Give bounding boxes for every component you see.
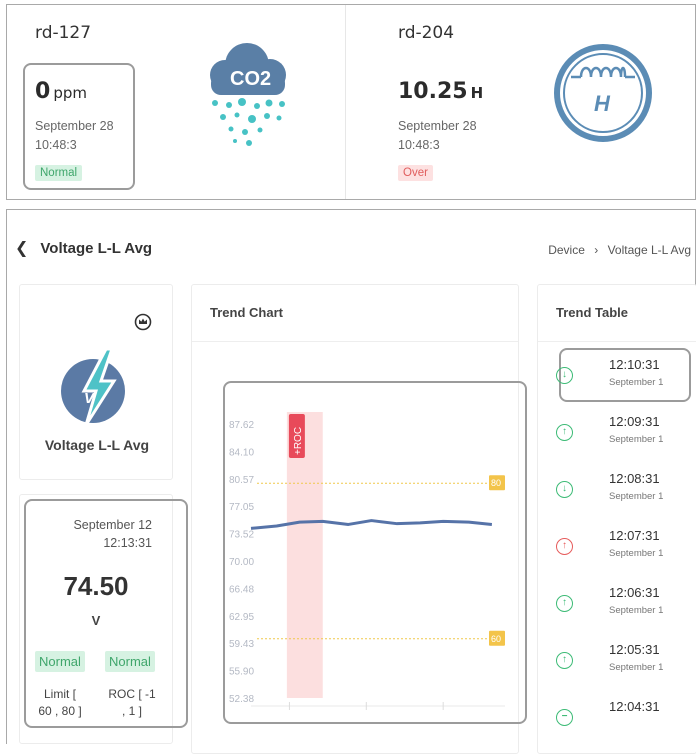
latest-unit: V bbox=[91, 613, 101, 628]
row-time: 12:08:31 bbox=[609, 471, 660, 486]
row-time: 12:06:31 bbox=[609, 585, 660, 600]
trend-chart-title: Trend Chart bbox=[210, 305, 283, 320]
roc-status-badge: Normal bbox=[105, 651, 155, 672]
row-time: 12:07:31 bbox=[609, 528, 660, 543]
page-title: ❮ Voltage L-L Avg bbox=[15, 238, 152, 258]
row-time: 12:09:31 bbox=[609, 414, 660, 429]
trend-table-row[interactable]: − 12:04:31 bbox=[537, 693, 691, 745]
value-text: 10.25 bbox=[398, 79, 468, 104]
reading-datetime: September 28 10:48:3 bbox=[398, 117, 477, 155]
y-tick-label: 59.43 bbox=[229, 639, 254, 650]
value-text: 0 bbox=[35, 79, 51, 104]
y-tick-label: 66.48 bbox=[229, 584, 254, 595]
y-tick-label: 52.38 bbox=[229, 694, 254, 705]
breadcrumb-current: Voltage L-L Avg bbox=[607, 243, 691, 257]
row-date: September 1 bbox=[609, 548, 664, 559]
status-badge: Normal bbox=[35, 165, 83, 181]
arrow-up-circle-icon: ↑ bbox=[556, 595, 573, 612]
limit-status-badge: Normal bbox=[35, 651, 85, 672]
trend-chart[interactable]: +ROC 87.62 84.10 80.57 77.05 73.52 70.00 66.48 6… bbox=[223, 396, 505, 716]
trend-table-row[interactable]: ↓ 12:10:31 September 1 bbox=[537, 351, 691, 403]
unit-text: ppm bbox=[53, 84, 87, 102]
reading-datetime: September 28 10:48:3 bbox=[35, 117, 114, 155]
reading-value: 0 ppm bbox=[35, 79, 87, 104]
back-chevron-icon[interactable]: ❮ bbox=[15, 238, 28, 258]
arrow-up-circle-icon: ↑ bbox=[556, 652, 573, 669]
trend-table-title: Trend Table bbox=[556, 305, 628, 320]
title-text: Voltage L-L Avg bbox=[40, 240, 153, 257]
time-text: 10:48:3 bbox=[35, 138, 77, 152]
breadcrumb-separator: › bbox=[594, 243, 599, 257]
card-header-divider bbox=[192, 341, 518, 342]
latest-date: September 12 bbox=[73, 518, 152, 532]
y-tick-label: 80.57 bbox=[229, 475, 254, 486]
detail-panel: ❮ Voltage L-L Avg Device › Voltage L-L Av… bbox=[6, 209, 696, 754]
breadcrumb-root[interactable]: Device bbox=[548, 243, 585, 257]
trend-table-row[interactable]: ↑ 12:06:31 September 1 bbox=[537, 579, 691, 631]
arrow-up-circle-icon: ↑ bbox=[556, 538, 573, 555]
limit-text: Limit [ 60 , 80 ] bbox=[30, 686, 90, 720]
time-text: 10:48:3 bbox=[398, 138, 440, 152]
device-card: V Voltage L-L Avg bbox=[19, 284, 173, 480]
threshold-label: 80 bbox=[491, 478, 501, 488]
roc-line-2: , 1 ] bbox=[121, 704, 142, 718]
y-tick-label: 62.95 bbox=[229, 612, 254, 623]
reading-value: 10.25 H bbox=[398, 79, 483, 104]
row-date: September 1 bbox=[609, 662, 664, 673]
roc-line-1: ROC [ -1 bbox=[108, 687, 156, 701]
row-time: 12:04:31 bbox=[609, 699, 660, 714]
trend-table-row[interactable]: ↓ 12:08:31 September 1 bbox=[537, 465, 691, 517]
sensor-card-rd127[interactable]: rd-127 0 ppm September 28 10:48:3 Normal … bbox=[7, 5, 345, 199]
trend-table-row[interactable]: ↑ 12:05:31 September 1 bbox=[537, 636, 691, 688]
arrow-up-circle-icon: ↑ bbox=[556, 424, 573, 441]
trend-table-row[interactable]: ↑ 12:09:31 September 1 bbox=[537, 408, 691, 460]
roc-text: ROC [ -1 , 1 ] bbox=[102, 686, 162, 720]
date-text: September 28 bbox=[35, 119, 114, 133]
latest-time: 12:13:31 bbox=[103, 536, 152, 550]
y-tick-label: 87.62 bbox=[229, 420, 254, 431]
y-tick-label: 73.52 bbox=[229, 530, 254, 541]
sensor-cards-panel: rd-127 0 ppm September 28 10:48:3 Normal … bbox=[6, 4, 696, 200]
co2-cloud-icon: CO2 bbox=[210, 43, 286, 146]
y-tick-label: 77.05 bbox=[229, 502, 254, 513]
y-tick-label: 70.00 bbox=[229, 557, 254, 568]
arrow-down-circle-icon: ↓ bbox=[556, 481, 573, 498]
row-date: September 1 bbox=[609, 434, 664, 445]
trend-table-row[interactable]: ↑ 12:07:31 September 1 bbox=[537, 522, 691, 574]
card-name: rd-204 bbox=[398, 23, 455, 43]
svg-text:H: H bbox=[594, 91, 611, 116]
y-tick-label: 84.10 bbox=[229, 447, 254, 458]
svg-text:CO2: CO2 bbox=[230, 68, 271, 90]
limit-line-1: Limit [ bbox=[43, 687, 76, 701]
crown-icon[interactable] bbox=[134, 313, 152, 331]
unit-text: H bbox=[470, 84, 484, 102]
minus-circle-icon: − bbox=[556, 709, 573, 726]
arrow-down-circle-icon: ↓ bbox=[556, 367, 573, 384]
trend-table-list: ↓ 12:10:31 September 1 ↑ 12:09:31 September 1… bbox=[537, 348, 696, 745]
breadcrumb: Device › Voltage L-L Avg bbox=[548, 243, 691, 257]
lightning-bolt-icon: V bbox=[61, 347, 125, 426]
limit-line-2: 60 , 80 ] bbox=[38, 704, 82, 718]
device-name: Voltage L-L Avg bbox=[44, 437, 150, 453]
threshold-label: 60 bbox=[491, 634, 501, 644]
card-name: rd-127 bbox=[35, 23, 92, 43]
latest-value: 74.50 bbox=[63, 571, 129, 601]
row-date: September 1 bbox=[609, 377, 664, 388]
card-header-divider bbox=[538, 341, 696, 342]
roc-label: +ROC bbox=[293, 427, 304, 455]
humidity-h-icon: H bbox=[554, 44, 652, 142]
row-date: September 1 bbox=[609, 605, 664, 616]
status-badge: Over bbox=[398, 165, 433, 181]
y-tick-label: 55.90 bbox=[229, 667, 254, 678]
sensor-card-rd204[interactable]: rd-204 10.25 H September 28 10:48:3 Over … bbox=[346, 5, 696, 199]
row-time: 12:10:31 bbox=[609, 357, 660, 372]
date-text: September 28 bbox=[398, 119, 477, 133]
row-time: 12:05:31 bbox=[609, 642, 660, 657]
row-date: September 1 bbox=[609, 491, 664, 502]
